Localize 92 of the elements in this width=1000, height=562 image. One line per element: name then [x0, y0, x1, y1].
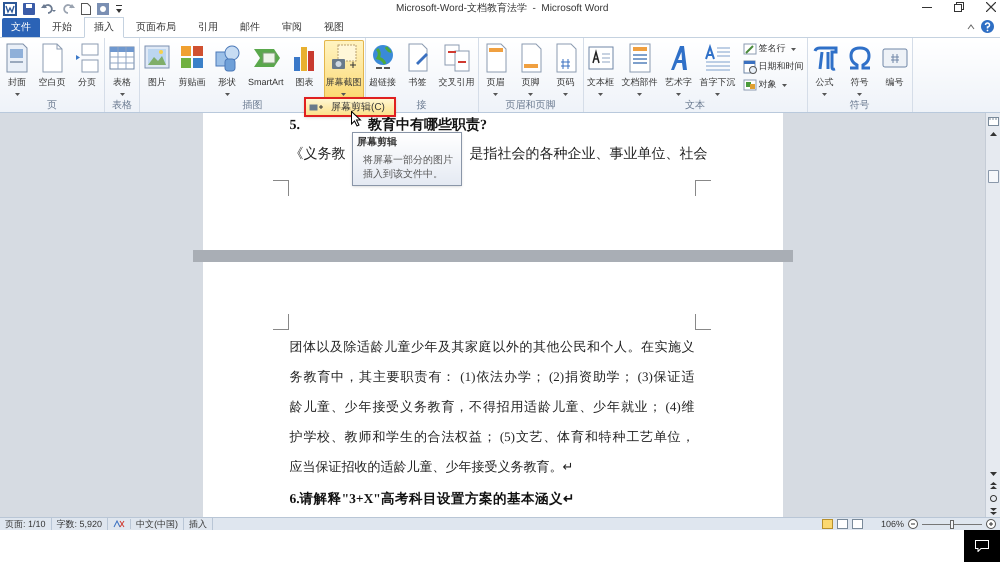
collapse-ribbon-icon[interactable]	[967, 22, 975, 30]
ribbon-tab[interactable]: 开始	[42, 17, 82, 37]
zoom-in-icon[interactable]	[986, 519, 996, 529]
ruler-icon[interactable]	[988, 115, 998, 126]
group-label: 符号	[850, 100, 870, 112]
zoom-slider-thumb[interactable]	[950, 520, 954, 528]
body-text: 护学校、教师和学生的合法权益； (5)文艺、体育和特种工艺单位，	[290, 428, 694, 446]
ribbon-tab[interactable]: 邮件	[230, 17, 270, 37]
ribbon-button[interactable]: 图表	[288, 40, 321, 100]
zoom-out-icon[interactable]	[908, 519, 918, 529]
undo-icon[interactable]	[41, 3, 57, 15]
ribbon-button[interactable]: 表格	[106, 40, 138, 100]
ribbon-button[interactable]: 屏幕截图	[324, 40, 364, 100]
calendar-clock-icon	[742, 60, 757, 74]
web-view-icon[interactable]	[852, 519, 863, 529]
ribbon-button[interactable]: 日期和时间	[740, 59, 806, 75]
ribbon-button[interactable]: 图片	[141, 40, 173, 100]
body-text: 《义务教	[290, 145, 346, 164]
ribbon-button[interactable]: 首字下沉	[698, 40, 738, 100]
group-label: 文本	[685, 100, 706, 112]
ribbon-tab[interactable]: 审阅	[272, 17, 312, 37]
ribbon-button[interactable]: 艺术字	[662, 40, 695, 100]
print-preview-icon[interactable]	[97, 3, 109, 15]
help-icon[interactable]	[981, 20, 994, 33]
scroll-up-icon[interactable]	[990, 132, 996, 136]
save-icon[interactable]	[23, 3, 35, 15]
new-document-icon[interactable]	[81, 3, 91, 15]
scroll-down-icon[interactable]	[990, 472, 996, 476]
next-page-icon[interactable]	[990, 508, 996, 515]
ribbon-button[interactable]: 文本框	[584, 40, 617, 100]
file-tab[interactable]: 文件	[2, 18, 40, 37]
tooltip-title: 屏幕剪辑	[357, 136, 398, 150]
crop-mark	[694, 180, 710, 196]
ribbon-button[interactable]: 空白页	[36, 40, 68, 100]
notification-icon[interactable]	[975, 540, 989, 552]
crop-mark	[272, 180, 288, 196]
ribbon-tab[interactable]: 插入	[84, 17, 124, 38]
zoom-level[interactable]: 106%	[880, 518, 904, 530]
ribbon-button[interactable]: 符号	[844, 40, 876, 100]
word-logo-icon[interactable]	[3, 2, 17, 16]
ribbon-button[interactable]: 分页	[71, 40, 103, 100]
ribbon-button[interactable]: 签名行	[740, 41, 806, 57]
ribbon-button[interactable]: 对象	[740, 77, 806, 93]
ribbon-button[interactable]: 公式	[808, 40, 841, 100]
ribbon-button[interactable]: 页眉	[480, 40, 512, 100]
ribbon-button[interactable]: 交叉引用	[436, 40, 477, 100]
group-label: 页	[47, 100, 57, 112]
ribbon-button[interactable]: 剪贴画	[176, 40, 208, 100]
drop-cap-icon	[704, 43, 732, 73]
shapes-icon	[213, 43, 241, 73]
window-title: Microsoft-Word-文档教育法学 - Microsoft Word	[396, 2, 608, 16]
cross-reference-icon	[442, 43, 471, 73]
ribbon-tab[interactable]: 页面布局	[126, 17, 186, 37]
body-text: 务教育中，其主要职责有： (1)依法办学； (2)捐资助学； (3)保证适	[290, 368, 694, 386]
close-icon[interactable]	[986, 2, 996, 12]
body-text: 龄儿童、少年接受义务教育，不得招用适龄儿童、少年就业； (4)维	[290, 398, 694, 416]
tooltip-text: 将屏幕一部分的图片插入到该文件中。	[362, 154, 454, 182]
crop-mark	[272, 314, 288, 330]
ribbon-button[interactable]: 页码	[550, 40, 582, 100]
proofing-icon[interactable]	[113, 519, 126, 529]
object-icon	[742, 78, 757, 92]
customize-menu-icon[interactable]	[115, 4, 123, 14]
ribbon-button[interactable]: 封面	[1, 40, 33, 100]
ribbon-button[interactable]: 文档部件	[620, 40, 660, 100]
ribbon-button[interactable]: 书签	[402, 40, 434, 100]
group-label: 表格	[112, 100, 132, 112]
crop-mark	[694, 314, 710, 330]
screen-clip-icon	[309, 102, 323, 112]
ribbon-button[interactable]: 形状	[211, 40, 243, 100]
group-label: 插图	[242, 100, 262, 112]
reading-view-icon[interactable]	[836, 519, 848, 529]
heading-text: 5.	[290, 119, 300, 133]
page-break-icon	[73, 43, 101, 73]
body-text: 应当保证招收的适龄儿童、少年接受义务教育。↵	[290, 458, 574, 476]
ribbon-tab[interactable]: 视图	[314, 17, 354, 37]
ribbon-button[interactable]: SmartArt	[246, 40, 286, 100]
previous-page-icon[interactable]	[990, 482, 996, 489]
scrollbar[interactable]	[985, 113, 1000, 517]
body-text: 是指社会的各种企业、事业单位、社会	[470, 146, 708, 164]
restore-icon[interactable]	[954, 2, 964, 12]
group-label: 接	[416, 100, 427, 112]
redo-icon[interactable]	[63, 3, 75, 15]
group-label: 页眉和页脚	[506, 100, 556, 112]
heading-text: 教育中有哪些职责?	[368, 119, 487, 133]
scroll-thumb[interactable]	[988, 170, 998, 183]
menu-item[interactable]: 屏幕剪辑(C)	[306, 99, 394, 115]
browse-object-icon[interactable]	[990, 495, 996, 502]
ribbon-tab[interactable]: 引用	[188, 17, 228, 37]
ribbon-button[interactable]: 编号	[878, 40, 911, 100]
body-text: 团体以及除适龄儿童少年及其家庭以外的其他公民和个人。在实施义	[290, 338, 694, 356]
heading-text: 6.请解释"3+X"高考科目设置方案的基本涵义↵	[290, 490, 576, 508]
ribbon-button[interactable]: 页脚	[514, 40, 547, 100]
